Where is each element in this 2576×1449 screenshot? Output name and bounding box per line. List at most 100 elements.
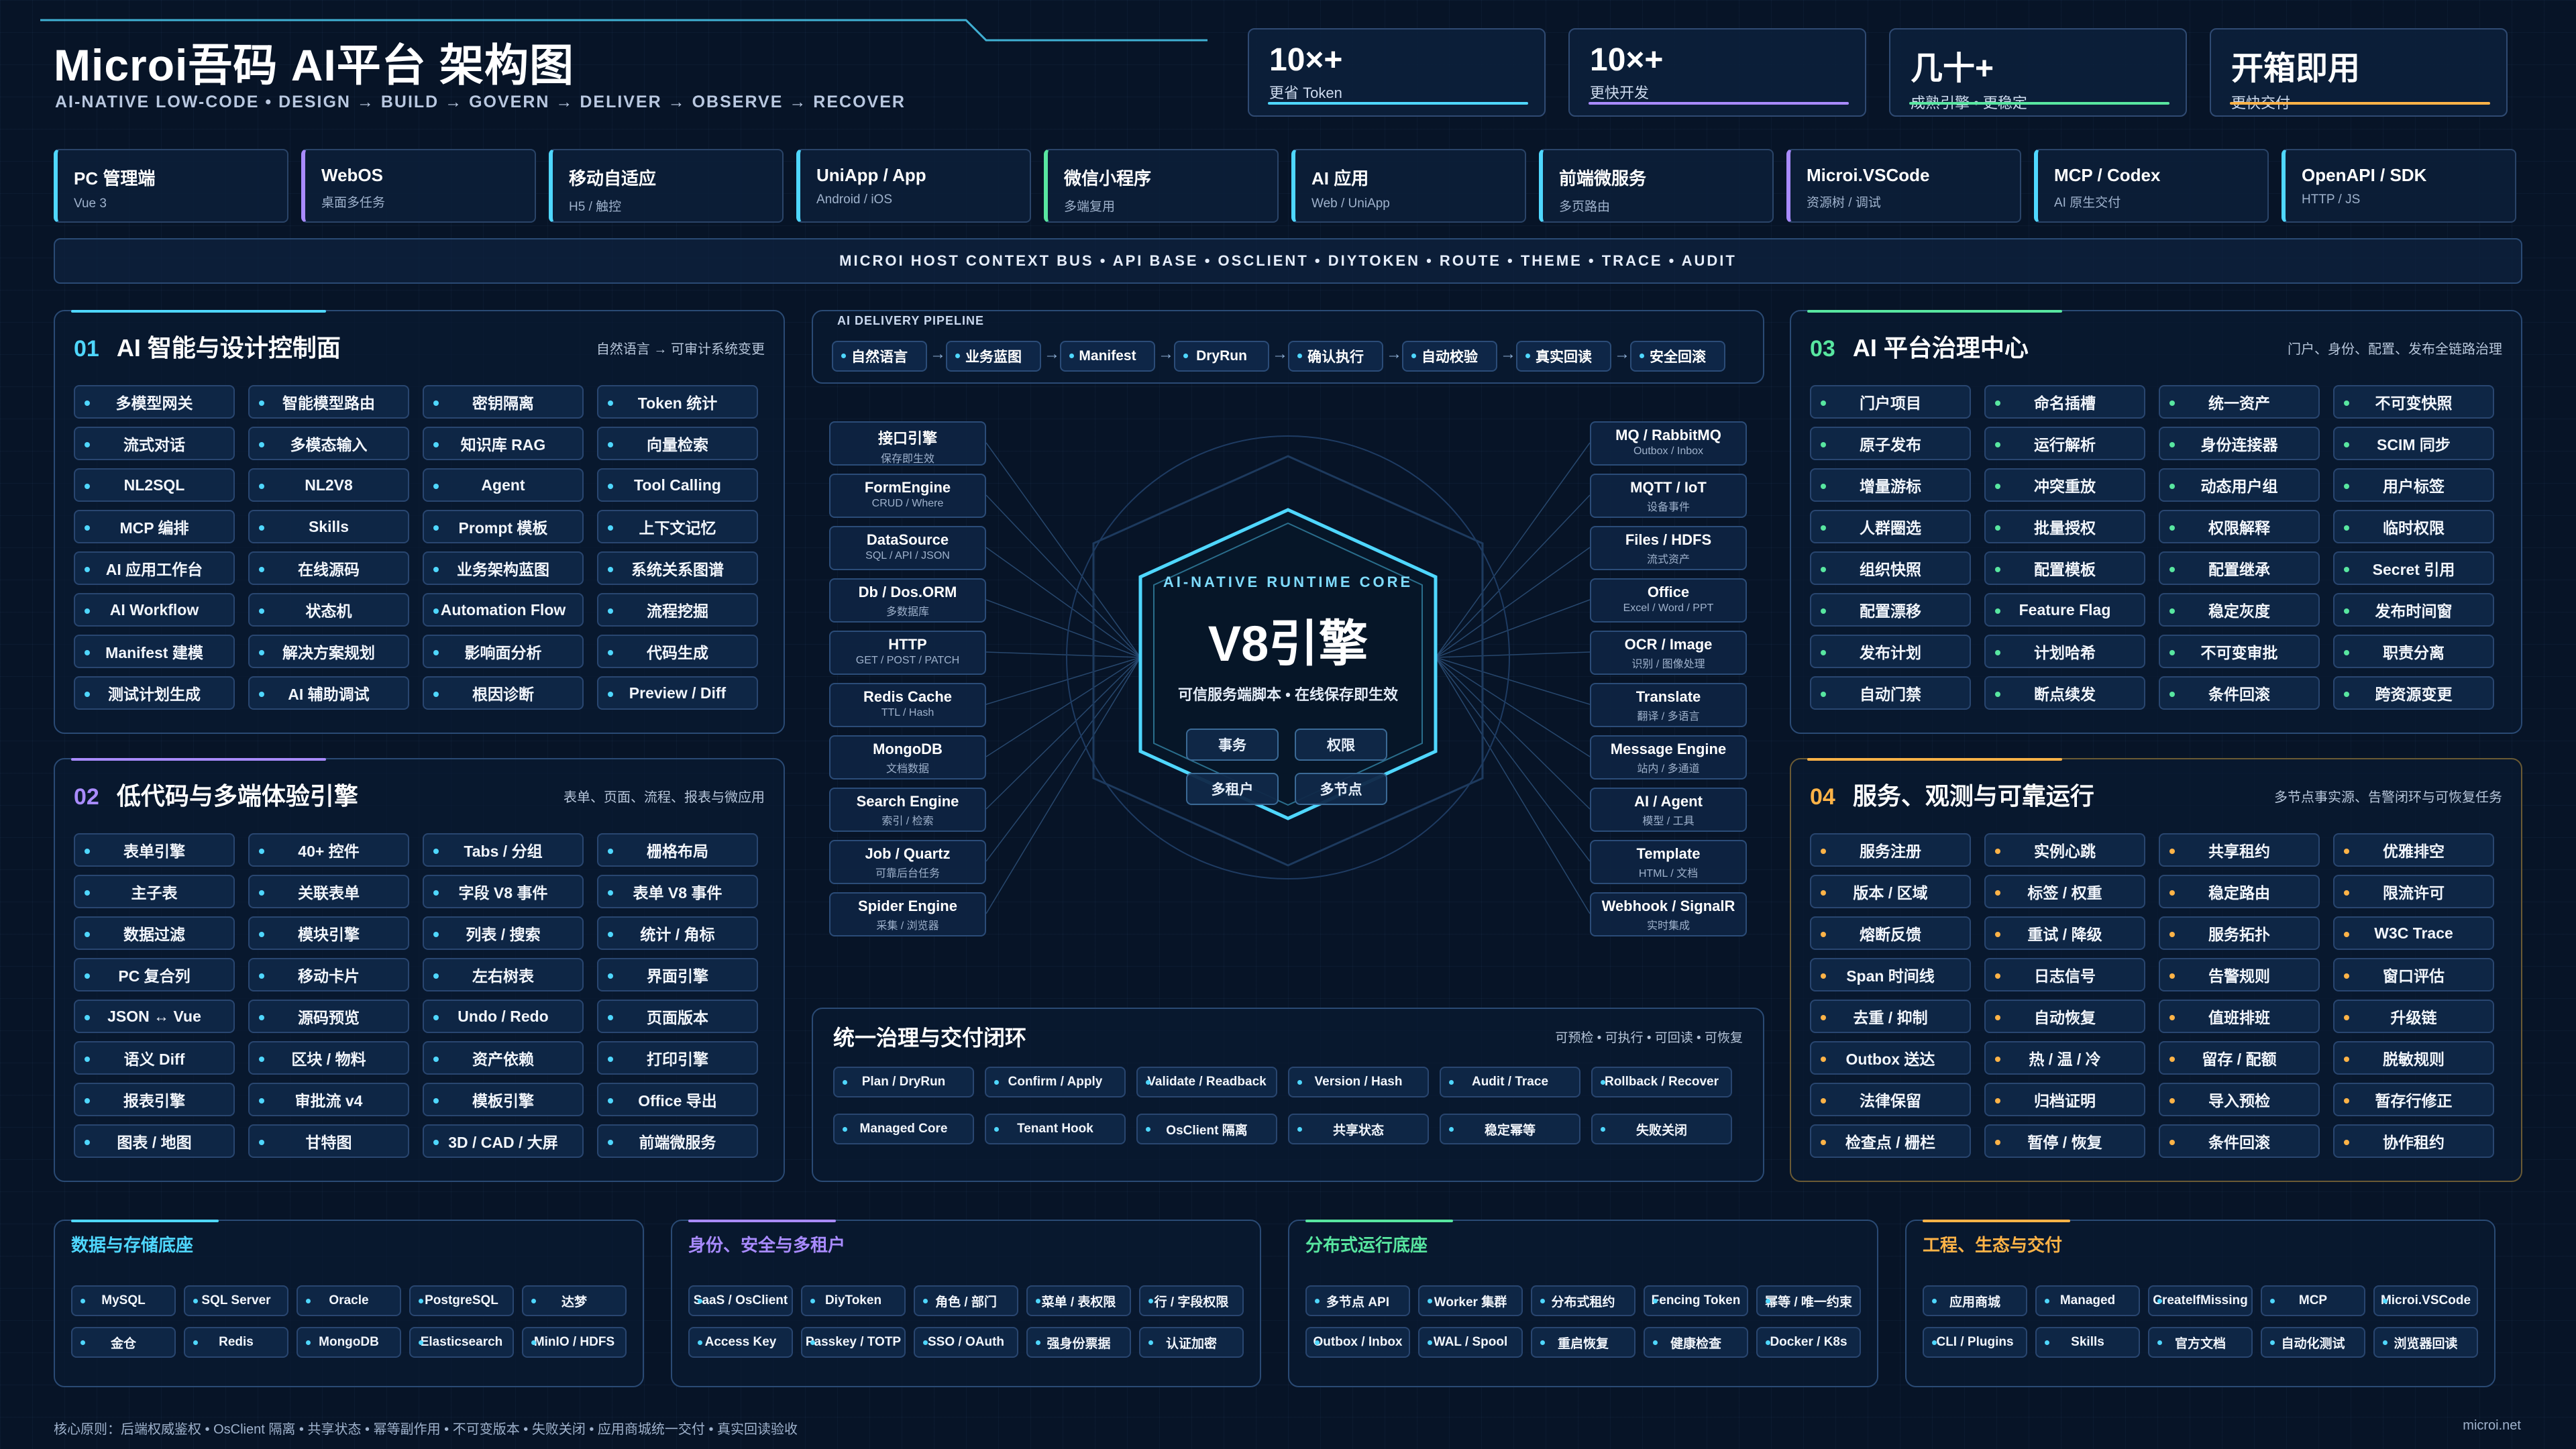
- feature-chip[interactable]: 3D / CAD / 大屏: [423, 1124, 584, 1158]
- feature-chip[interactable]: PC 复合列: [74, 958, 235, 991]
- feature-chip[interactable]: 服务拓扑: [2159, 916, 2320, 950]
- pipeline-step[interactable]: Manifest: [1060, 341, 1155, 372]
- feature-chip[interactable]: Office 导出: [597, 1083, 758, 1116]
- foundation-chip[interactable]: SSO / OAuth: [914, 1327, 1018, 1358]
- engine-card[interactable]: Translate 翻译 / 多语言: [1590, 683, 1747, 727]
- feature-chip[interactable]: SCIM 同步: [2333, 427, 2494, 460]
- foundation-chip[interactable]: SQL Server: [184, 1285, 288, 1316]
- feature-chip[interactable]: 跨资源变更: [2333, 676, 2494, 710]
- feature-chip[interactable]: 不可变审批: [2159, 635, 2320, 668]
- platform-tile[interactable]: MCP / Codex AI 原生交付: [2034, 149, 2269, 223]
- foundation-chip[interactable]: 菜单 / 表权限: [1026, 1285, 1131, 1316]
- feature-chip[interactable]: 原子发布: [1810, 427, 1971, 460]
- feature-chip[interactable]: 根因诊断: [423, 676, 584, 710]
- foundation-chip[interactable]: Fencing Token: [1644, 1285, 1748, 1316]
- feature-chip[interactable]: Manifest 建模: [74, 635, 235, 668]
- foundation-chip[interactable]: 浏览器回读: [2373, 1327, 2478, 1358]
- feature-chip[interactable]: NL2V8: [248, 468, 409, 502]
- governance-chip[interactable]: Rollback / Recover: [1591, 1067, 1732, 1097]
- feature-chip[interactable]: 热 / 温 / 冷: [1984, 1041, 2145, 1075]
- platform-tile[interactable]: UniApp / App Android / iOS: [796, 149, 1031, 223]
- pipeline-step[interactable]: DryRun: [1174, 341, 1269, 372]
- feature-chip[interactable]: 重试 / 降级: [1984, 916, 2145, 950]
- feature-chip[interactable]: 模块引擎: [248, 916, 409, 950]
- foundation-chip[interactable]: Access Key: [688, 1327, 793, 1358]
- core-tag-button[interactable]: 多租户: [1186, 773, 1279, 805]
- feature-chip[interactable]: 配置漂移: [1810, 593, 1971, 627]
- feature-chip[interactable]: 资产依赖: [423, 1041, 584, 1075]
- foundation-chip[interactable]: Worker 集群: [1418, 1285, 1523, 1316]
- foundation-chip[interactable]: Oracle: [297, 1285, 401, 1316]
- feature-chip[interactable]: 字段 V8 事件: [423, 875, 584, 908]
- feature-chip[interactable]: Token 统计: [597, 385, 758, 419]
- feature-chip[interactable]: 稳定路由: [2159, 875, 2320, 908]
- pipeline-step[interactable]: 业务蓝图: [946, 341, 1041, 372]
- feature-chip[interactable]: 系统关系图谱: [597, 551, 758, 585]
- feature-chip[interactable]: 主子表: [74, 875, 235, 908]
- feature-chip[interactable]: 归档证明: [1984, 1083, 2145, 1116]
- engine-card[interactable]: Message Engine 站内 / 多通道: [1590, 735, 1747, 780]
- platform-tile[interactable]: Microi.VSCode 资源树 / 调试: [1786, 149, 2021, 223]
- engine-card[interactable]: Office Excel / Word / PPT: [1590, 578, 1747, 623]
- feature-chip[interactable]: 服务注册: [1810, 833, 1971, 867]
- feature-chip[interactable]: 解决方案规划: [248, 635, 409, 668]
- feature-chip[interactable]: 断点续发: [1984, 676, 2145, 710]
- foundation-chip[interactable]: 官方文档: [2148, 1327, 2253, 1358]
- feature-chip[interactable]: 配置模板: [1984, 551, 2145, 585]
- feature-chip[interactable]: 关联表单: [248, 875, 409, 908]
- feature-chip[interactable]: Outbox 送达: [1810, 1041, 1971, 1075]
- engine-card[interactable]: Search Engine 索引 / 检索: [829, 788, 986, 832]
- feature-chip[interactable]: 发布时间窗: [2333, 593, 2494, 627]
- feature-chip[interactable]: NL2SQL: [74, 468, 235, 502]
- pipeline-step[interactable]: 自动校验: [1402, 341, 1497, 372]
- feature-chip[interactable]: Automation Flow: [423, 593, 584, 627]
- feature-chip[interactable]: 统计 / 角标: [597, 916, 758, 950]
- feature-chip[interactable]: 留存 / 配额: [2159, 1041, 2320, 1075]
- feature-chip[interactable]: 暂存行修正: [2333, 1083, 2494, 1116]
- feature-chip[interactable]: 升级链: [2333, 1000, 2494, 1033]
- feature-chip[interactable]: 移动卡片: [248, 958, 409, 991]
- foundation-chip[interactable]: 认证加密: [1139, 1327, 1244, 1358]
- foundation-chip[interactable]: 角色 / 部门: [914, 1285, 1018, 1316]
- feature-chip[interactable]: 模板引擎: [423, 1083, 584, 1116]
- feature-chip[interactable]: 语义 Diff: [74, 1041, 235, 1075]
- feature-chip[interactable]: 去重 / 抑制: [1810, 1000, 1971, 1033]
- feature-chip[interactable]: 门户项目: [1810, 385, 1971, 419]
- feature-chip[interactable]: 表单引擎: [74, 833, 235, 867]
- pipeline-step[interactable]: 自然语言: [832, 341, 927, 372]
- core-tag-button[interactable]: 权限: [1295, 729, 1387, 761]
- engine-card[interactable]: Spider Engine 采集 / 浏览器: [829, 892, 986, 936]
- foundation-chip[interactable]: WAL / Spool: [1418, 1327, 1523, 1358]
- foundation-chip[interactable]: Outbox / Inbox: [1305, 1327, 1410, 1358]
- pipeline-step[interactable]: 确认执行: [1288, 341, 1383, 372]
- engine-card[interactable]: Files / HDFS 流式资产: [1590, 526, 1747, 570]
- feature-chip[interactable]: 源码预览: [248, 1000, 409, 1033]
- feature-chip[interactable]: 职责分离: [2333, 635, 2494, 668]
- foundation-chip[interactable]: 应用商城: [1923, 1285, 2027, 1316]
- feature-chip[interactable]: Preview / Diff: [597, 676, 758, 710]
- feature-chip[interactable]: 稳定灰度: [2159, 593, 2320, 627]
- engine-card[interactable]: Template HTML / 文档: [1590, 840, 1747, 884]
- feature-chip[interactable]: AI 辅助调试: [248, 676, 409, 710]
- engine-card[interactable]: MongoDB 文档数据: [829, 735, 986, 780]
- feature-chip[interactable]: 在线源码: [248, 551, 409, 585]
- foundation-chip[interactable]: CreateIfMissing: [2148, 1285, 2253, 1316]
- platform-tile[interactable]: OpenAPI / SDK HTTP / JS: [2282, 149, 2516, 223]
- feature-chip[interactable]: 流程挖掘: [597, 593, 758, 627]
- feature-chip[interactable]: 上下文记忆: [597, 510, 758, 543]
- foundation-chip[interactable]: 金仓: [71, 1327, 176, 1358]
- feature-chip[interactable]: 发布计划: [1810, 635, 1971, 668]
- feature-chip[interactable]: 值班排班: [2159, 1000, 2320, 1033]
- platform-tile[interactable]: 微信小程序 多端复用: [1044, 149, 1279, 223]
- feature-chip[interactable]: 界面引擎: [597, 958, 758, 991]
- governance-chip[interactable]: Plan / DryRun: [833, 1067, 974, 1097]
- platform-tile[interactable]: PC 管理端 Vue 3: [54, 149, 288, 223]
- foundation-chip[interactable]: Microi.VSCode: [2373, 1285, 2478, 1316]
- feature-chip[interactable]: 流式对话: [74, 427, 235, 460]
- foundation-chip[interactable]: 强身份票据: [1026, 1327, 1131, 1358]
- engine-card[interactable]: HTTP GET / POST / PATCH: [829, 631, 986, 675]
- feature-chip[interactable]: Span 时间线: [1810, 958, 1971, 991]
- feature-chip[interactable]: 多模型网关: [74, 385, 235, 419]
- feature-chip[interactable]: 打印引擎: [597, 1041, 758, 1075]
- foundation-chip[interactable]: Passkey / TOTP: [801, 1327, 906, 1358]
